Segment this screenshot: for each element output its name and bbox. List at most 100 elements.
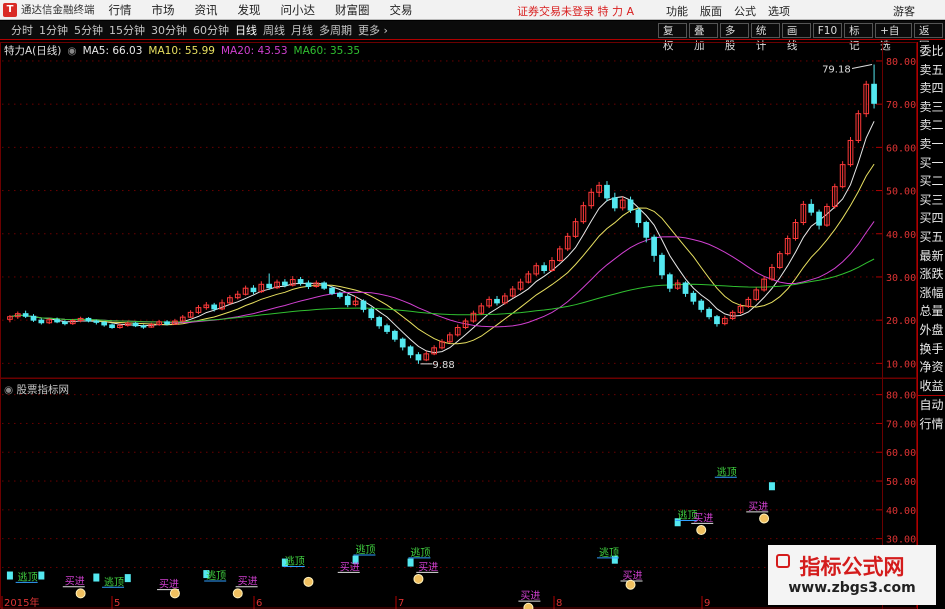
menu-item-options[interactable]: 选项 <box>768 3 790 19</box>
quote-tab-10[interactable]: 买五 <box>918 228 945 247</box>
quote-tab-2[interactable]: 卖四 <box>918 79 945 98</box>
kline-chart[interactable]: 10.00 20.00 30.00 40.00 50.00 60.00 70.00 80.00… <box>0 42 917 609</box>
tool-button-0[interactable]: 复权 <box>658 23 687 52</box>
quote-tab-14[interactable]: 总量 <box>918 302 945 321</box>
escape-signal-label: 逃顶 <box>18 570 38 583</box>
menu-item-quotes[interactable]: 行情 <box>109 2 132 18</box>
period-toolbar: 分时 1分钟 5分钟 15分钟 30分钟 60分钟 日线 周线 月线 多周期 更多 › 复权 叠加 多股… <box>0 21 945 52</box>
menu-item-trade[interactable]: 交易 <box>390 2 413 18</box>
buy-signal-label: 买进 <box>65 576 85 588</box>
menu-item-market[interactable]: 市场 <box>152 2 175 18</box>
high-price-label: 79.18 <box>822 65 851 76</box>
right-menu: 功能 版面 公式 选项 <box>666 3 790 19</box>
menu-item-function[interactable]: 功能 <box>666 3 688 19</box>
candle-down <box>611 197 618 209</box>
main-y-tick-label: 60.00 <box>886 143 916 154</box>
period-tab-2[interactable]: 5分钟 <box>71 22 106 38</box>
candle-down <box>54 319 60 323</box>
quote-tab-11[interactable]: 最新 <box>918 247 945 266</box>
x-axis-label: 5 <box>114 598 120 609</box>
candle-down <box>211 304 218 310</box>
quote-tab-6[interactable]: 买一 <box>918 154 945 173</box>
period-tabs: 分时 1分钟 5分钟 15分钟 30分钟 60分钟 日线 周线 月线 多周期 更多 › <box>8 22 391 38</box>
period-tab-4[interactable]: 30分钟 <box>148 22 190 38</box>
menu-item-news[interactable]: 资讯 <box>195 2 218 18</box>
candle-down <box>392 330 398 340</box>
candle-down <box>706 308 712 318</box>
tool-button-7[interactable]: +自选 <box>875 23 913 52</box>
quote-tab-1[interactable]: 卖五 <box>918 61 945 80</box>
menu-item-layout[interactable]: 版面 <box>700 3 722 19</box>
quote-tabs: 委比 卖五 卖四 卖三 卖二 卖一 买一 买二 买三 买四 买五 最新 涨跌 涨幅 总量 外盘 换手 净资 收益 <box>918 42 945 395</box>
candle-down <box>368 308 375 319</box>
guest-label[interactable]: 游客 <box>893 3 915 19</box>
period-tab-6[interactable]: 日线 <box>232 22 260 38</box>
candle-down <box>329 287 335 294</box>
auto-tab-0[interactable]: 自动 <box>918 396 945 415</box>
candle-down <box>494 298 500 304</box>
candle-down <box>407 346 414 356</box>
candle-down <box>140 325 147 328</box>
money-bag-icon <box>523 602 534 609</box>
ma-line-5 <box>9 121 875 354</box>
right-panel: 委比 卖五 卖四 卖三 卖二 卖一 买一 买二 买三 买四 买五 最新 涨跌 涨幅 总量 外盘 换手 净资 收益 自… <box>917 42 945 609</box>
period-tab-7[interactable]: 周线 <box>260 22 288 38</box>
period-tab-0[interactable]: 分时 <box>8 22 36 38</box>
quote-tab-9[interactable]: 买四 <box>918 209 945 228</box>
watermark-url: www.zbgs3.com <box>788 580 916 596</box>
watermark: 指标公式网 www.zbgs3.com <box>768 545 936 605</box>
escape-signal-label: 逃顶 <box>206 569 226 582</box>
tool-button-5[interactable]: F10 <box>812 23 843 38</box>
candle-down <box>666 274 673 289</box>
period-tab-5[interactable]: 60分钟 <box>190 22 232 38</box>
menu-item-ask[interactable]: 问小达 <box>281 2 316 18</box>
quote-tab-8[interactable]: 买三 <box>918 191 945 210</box>
money-bag-icon <box>75 588 86 599</box>
tool-button-4[interactable]: 画线 <box>781 23 811 52</box>
tool-button-2[interactable]: 多股 <box>719 23 749 52</box>
quote-tab-16[interactable]: 换手 <box>918 340 945 359</box>
period-tab-8[interactable]: 月线 <box>288 22 316 38</box>
menu-item-wealth[interactable]: 财富圈 <box>335 2 370 18</box>
buy-signal-label: 买进 <box>340 561 360 573</box>
candle-down <box>635 209 642 224</box>
quote-tab-15[interactable]: 外盘 <box>918 321 945 340</box>
signal-bar <box>38 571 45 580</box>
tool-button-8[interactable]: 返回 <box>914 23 943 52</box>
candle-down <box>659 254 665 276</box>
candle-down <box>376 317 383 327</box>
candle-down <box>297 279 304 284</box>
tool-button-3[interactable]: 统计 <box>750 23 780 52</box>
candle-down <box>808 203 815 213</box>
candle-down <box>22 313 29 317</box>
sub-y-tick-label: 50.00 <box>886 477 916 488</box>
quote-tab-17[interactable]: 净资 <box>918 358 945 377</box>
quote-tab-7[interactable]: 买二 <box>918 172 945 191</box>
money-bag-icon <box>169 588 180 599</box>
candle-down <box>250 287 257 293</box>
quote-tab-3[interactable]: 卖三 <box>918 98 945 117</box>
quote-tab-13[interactable]: 涨幅 <box>918 284 945 303</box>
quote-tab-0[interactable]: 委比 <box>918 42 945 61</box>
sub-y-tick-label: 60.00 <box>886 448 916 459</box>
period-tab-9[interactable]: 多周期 <box>316 22 355 38</box>
tool-button-1[interactable]: 叠加 <box>688 23 718 52</box>
quote-tab-4[interactable]: 卖二 <box>918 116 945 135</box>
menu-item-formula[interactable]: 公式 <box>734 3 756 19</box>
money-bag-icon <box>303 576 314 587</box>
auto-tab-1[interactable]: 行情 <box>918 415 945 434</box>
x-axis-label: 9 <box>704 598 710 609</box>
menu-item-discover[interactable]: 发现 <box>238 2 261 18</box>
quote-tab-12[interactable]: 涨跌 <box>918 265 945 284</box>
escape-signal-label: 逃顶 <box>355 543 375 556</box>
tool-button-6[interactable]: 标记 <box>844 23 874 52</box>
money-bag-icon <box>232 588 243 599</box>
period-tab-10[interactable]: 更多 › <box>355 22 391 38</box>
period-tab-3[interactable]: 15分钟 <box>106 22 148 38</box>
main-y-tick-label: 30.00 <box>886 273 916 284</box>
period-tab-1[interactable]: 1分钟 <box>36 22 71 38</box>
quote-tab-5[interactable]: 卖一 <box>918 135 945 154</box>
candle-down <box>643 222 650 238</box>
candle-down <box>415 354 422 361</box>
quote-tab-18[interactable]: 收益 <box>918 377 945 396</box>
